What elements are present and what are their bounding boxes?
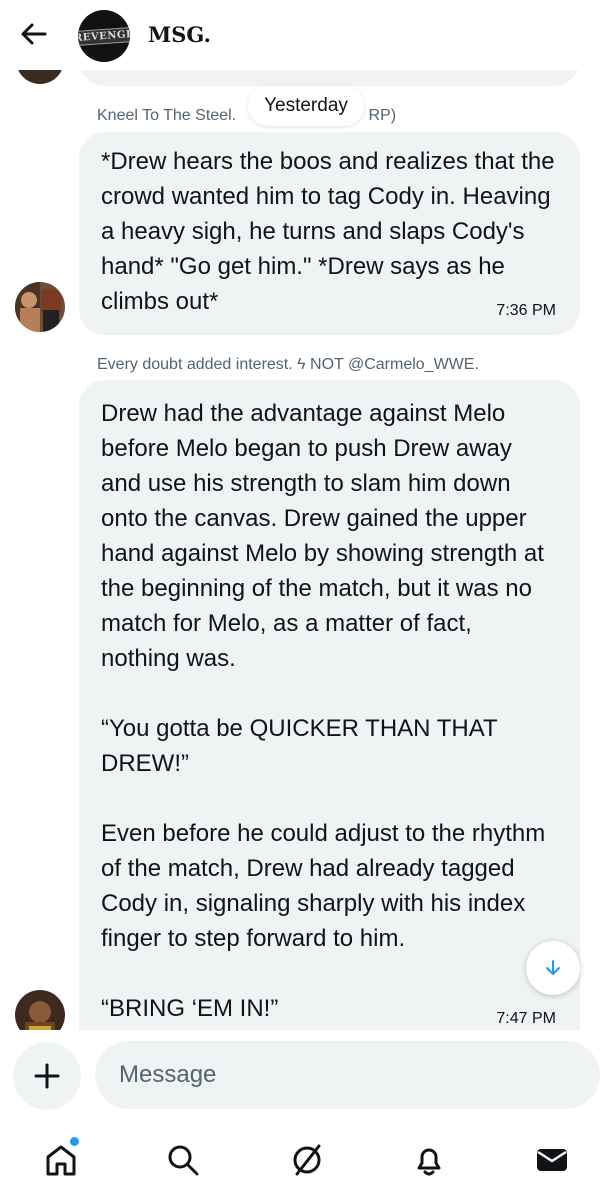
- group-avatar-logo: REVENGE: [78, 26, 130, 46]
- date-divider: Yesterday: [248, 86, 364, 126]
- nav-grok[interactable]: [285, 1138, 329, 1182]
- back-button[interactable]: [16, 17, 50, 51]
- message-text: *Drew hears the boos and realizes that t…: [101, 148, 562, 315]
- home-notification-dot: [68, 1135, 81, 1148]
- message-time: 7:36 PM: [496, 302, 556, 319]
- message-time: 7:47 PM: [496, 1010, 556, 1027]
- message-input[interactable]: [95, 1041, 600, 1109]
- search-icon: [168, 1145, 199, 1176]
- conversation-title[interactable]: MSG.: [148, 22, 211, 47]
- conversation-header: REVENGE MSG.: [0, 0, 613, 70]
- message-bubble[interactable]: Drew had the advantage against Melo befo…: [79, 380, 580, 1030]
- conversation[interactable]: Yesterday Kneel To The Steel. RP) *Drew …: [0, 0, 613, 1030]
- sender-name-suffix: RP): [368, 107, 397, 124]
- group-avatar[interactable]: REVENGE: [78, 10, 130, 62]
- add-attachment-button[interactable]: [13, 1042, 81, 1110]
- nav-messages[interactable]: [530, 1138, 574, 1182]
- sender-name: Kneel To The Steel.: [97, 107, 237, 124]
- scroll-to-bottom-button[interactable]: [526, 941, 580, 995]
- arrow-down-icon: [546, 960, 560, 975]
- notifications-icon: [417, 1148, 441, 1176]
- sender-avatar[interactable]: [15, 282, 65, 332]
- plus-icon: [34, 1063, 60, 1089]
- nav-notifications[interactable]: [407, 1138, 451, 1182]
- message-sender: Every doubt added interest. ϟ NOT @Carme…: [97, 356, 479, 373]
- sender-avatar[interactable]: [15, 990, 65, 1030]
- grok-icon: [293, 1144, 321, 1176]
- message-bubble[interactable]: *Drew hears the boos and realizes that t…: [79, 132, 580, 335]
- messages-icon: [537, 1149, 567, 1171]
- nav-search[interactable]: [161, 1138, 205, 1182]
- back-arrow-icon: [21, 23, 47, 45]
- message-text: Drew had the advantage against Melo befo…: [101, 400, 546, 1022]
